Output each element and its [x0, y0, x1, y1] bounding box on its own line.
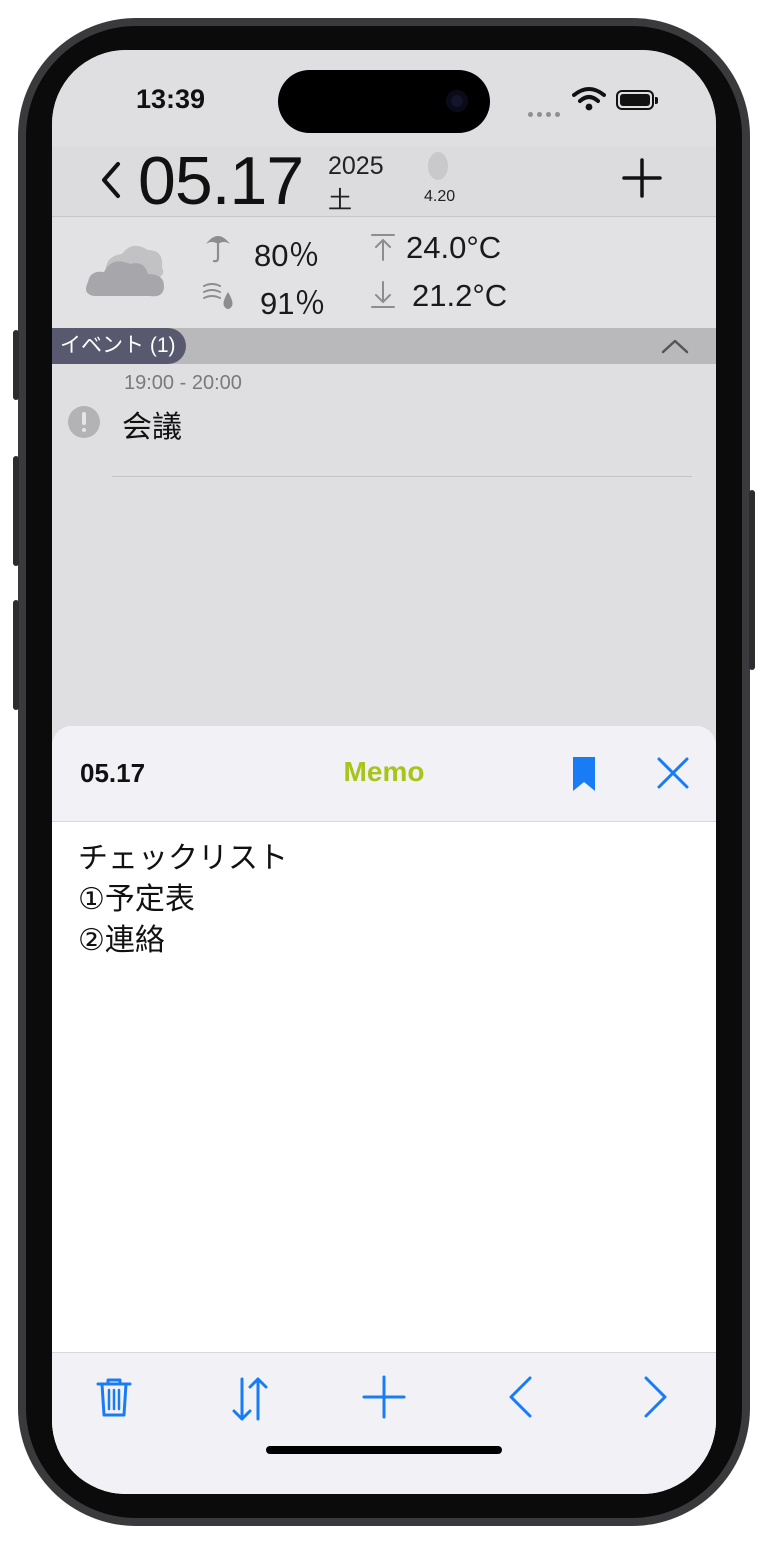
- action-button: [13, 330, 19, 400]
- memo-toolbar: [52, 1352, 716, 1494]
- camera-icon: [446, 90, 468, 112]
- sort-icon[interactable]: [230, 1375, 270, 1423]
- moon-age: 4.20: [424, 188, 456, 205]
- temperature-high: 24.0°C: [406, 230, 502, 265]
- day-view: 13:39 05.17 2025 土 4.20 80％ 24.0°C 91％ 2…: [52, 50, 716, 770]
- current-year: 2025: [328, 152, 384, 180]
- status-time: 13:39: [136, 84, 206, 114]
- wifi-icon: [572, 87, 606, 111]
- arrow-down-icon: [371, 281, 395, 308]
- current-date[interactable]: 05.17: [138, 142, 304, 220]
- weather-panel: 80％ 24.0°C 91％ 21.2°C: [52, 218, 716, 328]
- dynamic-island: [278, 70, 490, 133]
- volume-down-button: [13, 600, 19, 710]
- temperature-low: 21.2°C: [412, 278, 508, 313]
- memo-title: Memo: [343, 756, 425, 787]
- memo-sheet: 05.17 Memo チェックリスト ①予定表 ②連絡: [52, 726, 716, 1494]
- umbrella-icon: [206, 236, 230, 263]
- event-section-header[interactable]: イベント (1): [52, 328, 716, 364]
- chevron-up-icon[interactable]: [660, 336, 690, 356]
- humidity-icon: [203, 283, 233, 309]
- moon-phase-icon: [428, 152, 448, 180]
- current-weekday: 土: [328, 187, 352, 214]
- add-memo-button[interactable]: [362, 1375, 406, 1419]
- memo-line: ①予定表: [78, 883, 195, 916]
- precipitation-value: 80％: [254, 238, 320, 273]
- volume-up-button: [13, 456, 19, 566]
- event-section-label: イベント (1): [52, 328, 186, 364]
- memo-text[interactable]: チェックリスト ①予定表 ②連絡: [78, 838, 288, 961]
- humidity-value: 91％: [260, 286, 326, 321]
- memo-line: ②連絡: [78, 924, 165, 957]
- cellular-signal-icon: [528, 104, 564, 122]
- power-button: [749, 490, 755, 670]
- event-divider: [112, 476, 692, 477]
- chevron-left-icon[interactable]: [506, 1375, 534, 1419]
- battery-icon: [616, 90, 658, 110]
- cloud-icon: [86, 245, 164, 297]
- close-icon[interactable]: [656, 756, 690, 790]
- screen: 13:39 05.17 2025 土 4.20 80％ 24.0°C 91％ 2…: [52, 50, 716, 1494]
- home-indicator[interactable]: [266, 1446, 502, 1454]
- memo-header: 05.17 Memo: [52, 726, 716, 822]
- date-header: 05.17 2025 土 4.20: [52, 143, 716, 219]
- event-time: 19:00 - 20:00: [124, 372, 242, 394]
- chevron-left-icon[interactable]: [98, 160, 122, 200]
- arrow-up-icon: [371, 234, 395, 261]
- memo-line: チェックリスト: [78, 842, 288, 875]
- trash-icon[interactable]: [94, 1375, 134, 1419]
- add-event-button[interactable]: [620, 156, 664, 200]
- chevron-right-icon[interactable]: [642, 1375, 670, 1419]
- status-bar: 13:39: [52, 50, 716, 150]
- event-alert-icon: [68, 406, 100, 438]
- event-title[interactable]: 会議: [122, 402, 182, 446]
- bookmark-icon[interactable]: [570, 754, 598, 794]
